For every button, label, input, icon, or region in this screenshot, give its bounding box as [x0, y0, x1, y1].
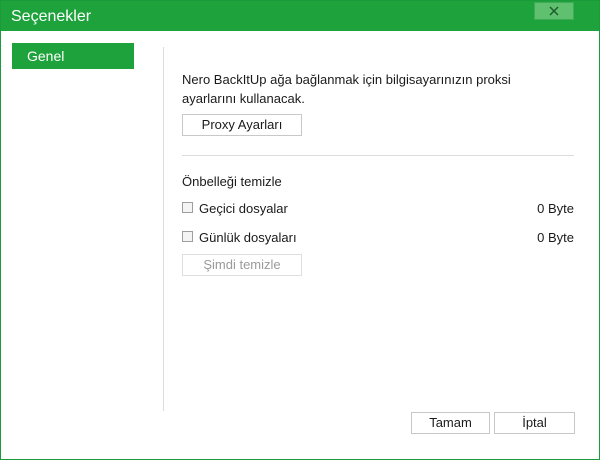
sidebar-item-general[interactable]: Genel: [12, 43, 134, 69]
section-divider: [182, 155, 574, 156]
title-bar: Seçenekler: [1, 1, 599, 31]
cancel-button[interactable]: İptal: [494, 412, 575, 434]
close-button[interactable]: [534, 2, 574, 20]
log-files-label[interactable]: Günlük dosyaları: [199, 229, 297, 247]
sidebar-item-label: Genel: [27, 48, 65, 64]
clear-cache-heading: Önbelleği temizle: [182, 174, 282, 189]
cache-item-log-files: Günlük dosyaları 0 Byte: [182, 229, 574, 247]
temp-files-checkbox[interactable]: [182, 202, 193, 213]
options-dialog: Seçenekler Genel Nero BackItUp ağa bağla…: [0, 0, 600, 460]
close-icon: [549, 6, 559, 16]
sidebar-divider: [163, 47, 164, 411]
temp-files-size: 0 Byte: [537, 201, 574, 216]
ok-button[interactable]: Tamam: [411, 412, 490, 434]
cache-item-temp-files: Geçici dosyalar 0 Byte: [182, 200, 574, 218]
window-title: Seçenekler: [11, 8, 92, 25]
sidebar: Genel: [1, 31, 163, 411]
proxy-description: Nero BackItUp ağa bağlanmak için bilgisa…: [182, 72, 511, 106]
log-files-checkbox[interactable]: [182, 231, 193, 242]
temp-files-label[interactable]: Geçici dosyalar: [199, 200, 288, 218]
log-files-size: 0 Byte: [537, 230, 574, 245]
clear-now-button[interactable]: Şimdi temizle: [182, 254, 302, 276]
proxy-settings-button[interactable]: Proxy Ayarları: [182, 114, 302, 136]
